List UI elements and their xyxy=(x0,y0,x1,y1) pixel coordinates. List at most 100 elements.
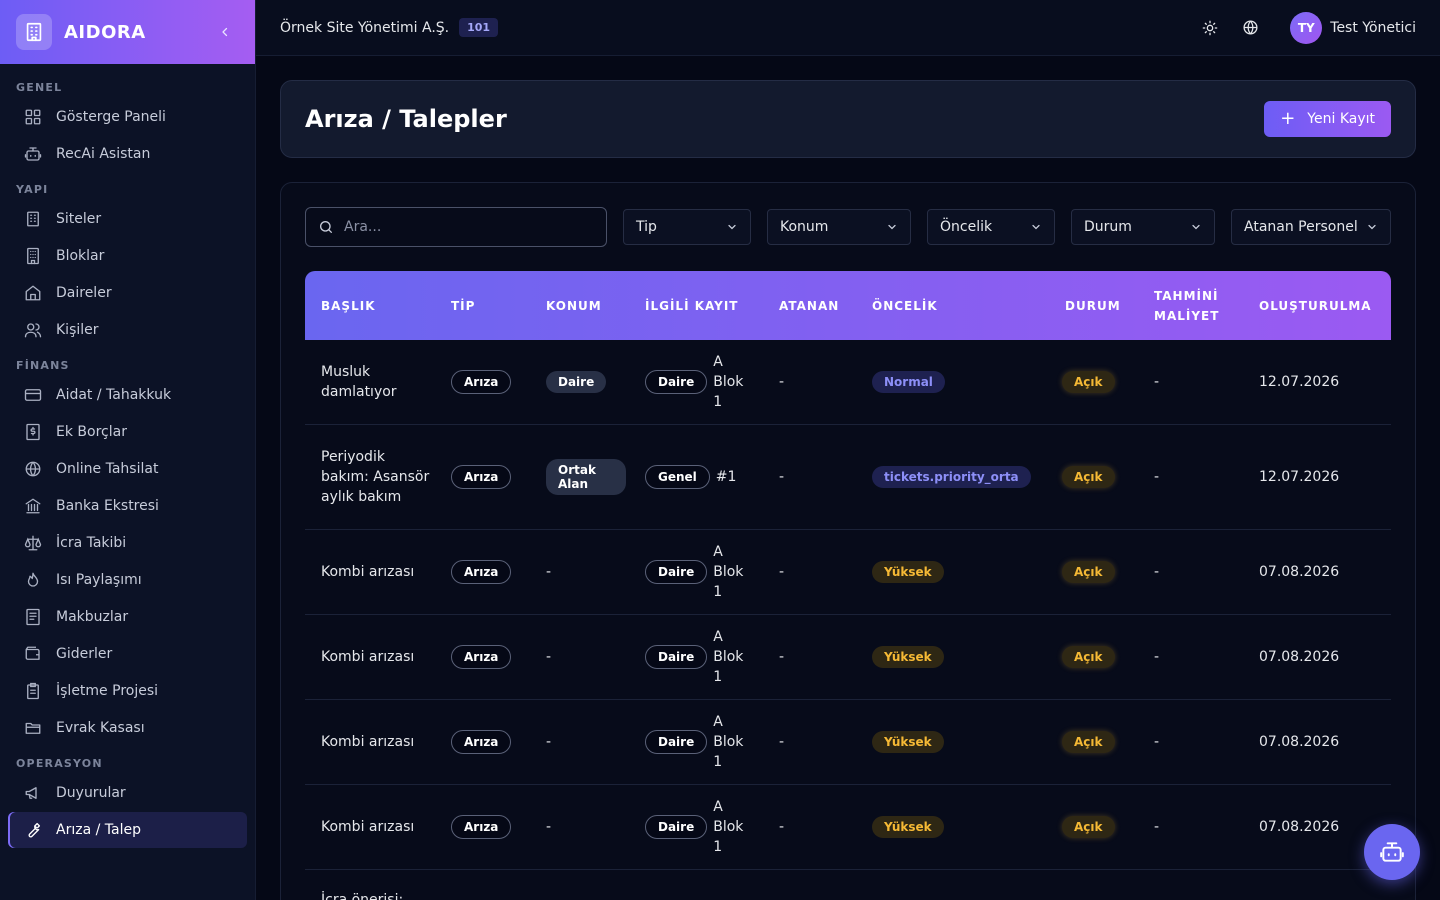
sidebar-item-sites[interactable]: Siteler xyxy=(8,201,247,237)
cell-priority: Yüksek xyxy=(872,615,944,699)
assignee-filter-select[interactable]: Atanan Personel xyxy=(1231,209,1391,245)
column-header-status[interactable]: DURUM xyxy=(1065,271,1121,340)
cell-title[interactable]: Kombi arızası xyxy=(321,785,431,869)
priority-filter-select[interactable]: Öncelik xyxy=(927,209,1055,245)
table-row[interactable]: Kombi arızası Arıza - Daire A Blok 1 - Yüksek A… xyxy=(305,615,1391,700)
related-record-text: A Blok 1 xyxy=(713,799,744,855)
related-type-badge: Genel xyxy=(645,465,710,489)
search-icon xyxy=(320,221,332,233)
cell-related[interactable]: Daire A Blok 1 xyxy=(645,530,755,614)
sidebar-item-flats[interactable]: Daireler xyxy=(8,275,247,311)
cell-related[interactable]: Daire A Blok 1 xyxy=(645,615,755,699)
sidebar-item-extra-debts[interactable]: Ek Borçlar xyxy=(8,414,247,450)
cell-title[interactable]: İcra önerisi: xyxy=(321,870,431,900)
column-header-priority[interactable]: ÖNCELİK xyxy=(872,271,938,340)
priority-badge: Yüksek xyxy=(872,816,944,838)
location-badge: Ortak Alan xyxy=(546,459,626,495)
sidebar-item-enforcement[interactable]: İcra Takibi xyxy=(8,525,247,561)
column-header-type[interactable]: TİP xyxy=(451,271,475,340)
wrench-icon xyxy=(24,821,42,839)
cell-related[interactable]: Daire A Blok 1 xyxy=(645,700,755,784)
cell-priority: Yüksek xyxy=(872,530,944,614)
sidebar-item-receipts[interactable]: Makbuzlar xyxy=(8,599,247,635)
organization-badge: 101 xyxy=(459,18,499,37)
top-bar: Örnek Site Yönetimi A.Ş. 101 TY Test Yön… xyxy=(256,0,1440,56)
cell-status: Açık xyxy=(1062,425,1115,529)
page-header: Arıza / Talepler + Yeni Kayıt xyxy=(280,80,1416,158)
nav-section-finans: FİNANS xyxy=(16,359,70,372)
language-button[interactable] xyxy=(1236,14,1264,42)
cell-title[interactable]: Musluk damlatıyor xyxy=(321,340,431,424)
sidebar-item-label: Siteler xyxy=(56,211,102,227)
sidebar-item-bank-statement[interactable]: Banka Ekstresi xyxy=(8,488,247,524)
sidebar-item-operating-plan[interactable]: İşletme Projesi xyxy=(8,673,247,709)
cell-related[interactable]: Daire A Blok 1 xyxy=(645,340,755,424)
user-menu[interactable]: TY Test Yönetici xyxy=(1290,11,1416,44)
sidebar-item-label: Ek Borçlar xyxy=(56,424,127,440)
sidebar-item-documents[interactable]: Evrak Kasası xyxy=(8,710,247,746)
sidebar-item-expenses[interactable]: Giderler xyxy=(8,636,247,672)
table-row[interactable]: Periyodik bakım: Asansör aylık bakım Arız… xyxy=(305,425,1391,530)
cell-related[interactable]: Genel #1 xyxy=(645,425,755,529)
table-row[interactable]: Kombi arızası Arıza - Daire A Blok 1 - Yüksek A… xyxy=(305,785,1391,870)
sidebar-item-assistant[interactable]: RecAi Asistan xyxy=(8,136,247,172)
sidebar-item-tickets[interactable]: Arıza / Talep xyxy=(8,812,247,848)
sidebar-item-label: Kişiler xyxy=(56,322,99,338)
status-filter-select[interactable]: Durum xyxy=(1071,209,1215,245)
table-row[interactable]: Musluk damlatıyor Arıza Daire Daire A Blok 1… xyxy=(305,340,1391,425)
sidebar-item-label: İşletme Projesi xyxy=(56,683,159,699)
column-header-created[interactable]: OLUŞTURULMA xyxy=(1259,271,1372,340)
cell-assigned: - xyxy=(779,649,785,665)
cell-title[interactable]: Kombi arızası xyxy=(321,615,431,699)
column-header-title[interactable]: BAŞLIK xyxy=(321,271,376,340)
cell-type: Arıza xyxy=(451,615,512,699)
chevron-down-icon xyxy=(1190,221,1202,233)
plus-icon: + xyxy=(1280,108,1296,129)
related-type-badge: Daire xyxy=(645,370,708,394)
cell-location: - xyxy=(546,819,552,835)
column-header-cost[interactable]: TAHMİNİ MALİYET xyxy=(1154,271,1240,340)
theme-toggle-button[interactable] xyxy=(1196,14,1224,42)
table-row[interactable]: İcra önerisi: xyxy=(305,870,1391,900)
cell-assigned: - xyxy=(779,469,785,485)
sidebar-item-announcements[interactable]: Duyurular xyxy=(8,775,247,811)
clipboard-icon xyxy=(24,682,42,700)
sidebar-item-label: Gösterge Paneli xyxy=(56,109,166,125)
cell-assigned: - xyxy=(779,734,785,750)
table-row[interactable]: Kombi arızası Arıza - Daire A Blok 1 - Yüksek A… xyxy=(305,530,1391,615)
cell-title[interactable]: Kombi arızası xyxy=(321,530,431,614)
column-header-assigned[interactable]: ATANAN xyxy=(779,271,839,340)
cell-location: - xyxy=(546,734,552,750)
sidebar-item-label: Evrak Kasası xyxy=(56,720,145,736)
column-header-location[interactable]: KONUM xyxy=(546,271,602,340)
chevron-down-icon xyxy=(1030,221,1042,233)
search-box[interactable] xyxy=(305,207,607,247)
sidebar-item-blocks[interactable]: Bloklar xyxy=(8,238,247,274)
location-filter-label: Konum xyxy=(780,219,829,235)
table-header: BAŞLIK TİP KONUM İLGİLİ KAYIT ATANAN ÖNC… xyxy=(305,271,1391,340)
chevron-left-icon xyxy=(222,27,228,37)
type-filter-select[interactable]: Tip xyxy=(623,209,751,245)
column-header-related[interactable]: İLGİLİ KAYIT xyxy=(645,271,739,340)
sidebar-item-dashboard[interactable]: Gösterge Paneli xyxy=(8,99,247,135)
sidebar-item-dues[interactable]: Aidat / Tahakkuk xyxy=(8,377,247,413)
related-type-badge: Daire xyxy=(645,645,708,669)
cell-related[interactable]: Daire A Blok 1 xyxy=(645,785,755,869)
related-record-text: #1 xyxy=(715,469,737,485)
cell-title[interactable]: Periyodik bakım: Asansör aylık bakım xyxy=(321,425,431,529)
cell-type: Arıza xyxy=(451,530,512,614)
sidebar-item-people[interactable]: Kişiler xyxy=(8,312,247,348)
table-row[interactable]: Kombi arızası Arıza - Daire A Blok 1 - Yüksek A… xyxy=(305,700,1391,785)
assistant-fab-button[interactable] xyxy=(1364,824,1420,880)
search-input[interactable] xyxy=(344,219,584,235)
cell-title[interactable]: Kombi arızası xyxy=(321,700,431,784)
sidebar: AIDORA GENEL Gösterge Paneli RecAi Asist… xyxy=(0,0,256,900)
sidebar-item-heat-sharing[interactable]: Isı Paylaşımı xyxy=(8,562,247,598)
new-record-button[interactable]: + Yeni Kayıt xyxy=(1264,101,1391,137)
location-filter-select[interactable]: Konum xyxy=(767,209,911,245)
cell-created: 07.08.2026 xyxy=(1259,819,1340,835)
related-record-text: A Blok 1 xyxy=(713,629,744,685)
related-record-text: A Blok 1 xyxy=(713,354,744,410)
sidebar-collapse-button[interactable] xyxy=(215,22,235,42)
sidebar-item-online-payment[interactable]: Online Tahsilat xyxy=(8,451,247,487)
